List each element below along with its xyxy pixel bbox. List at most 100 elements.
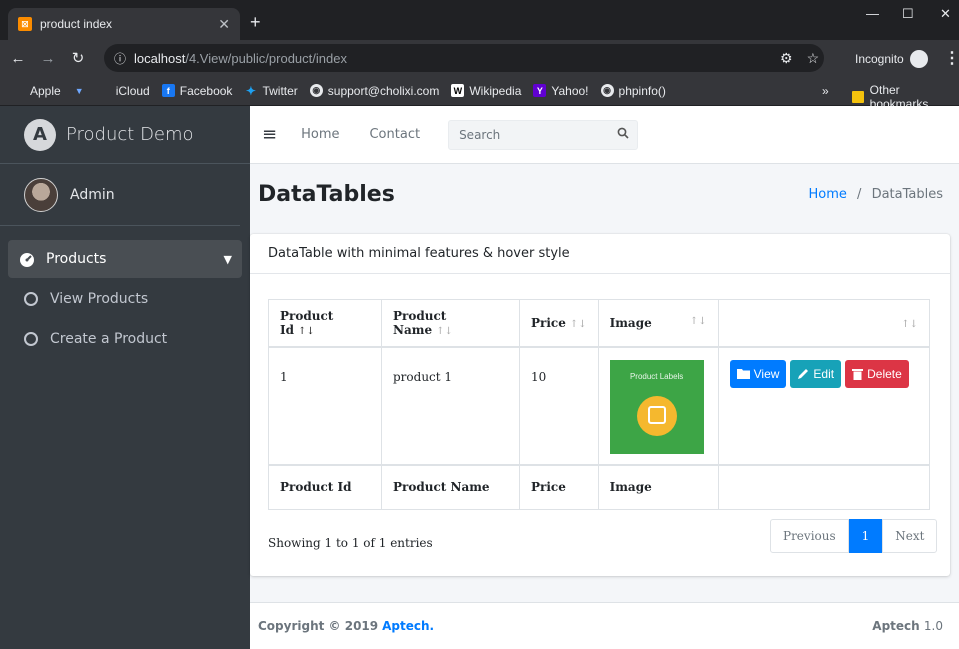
more-bookmarks-button[interactable]: » [822,84,829,98]
xampp-icon: ☒ [18,17,32,31]
twitter-icon: ✦ [245,83,256,98]
forward-icon[interactable]: → [36,50,60,67]
dashboard-icon [18,250,36,268]
browser-menu-icon[interactable]: ⋮ [944,48,959,68]
url-input[interactable]: ⓘ localhost /4.View/public/product/index [104,44,824,72]
breadcrumb-home[interactable]: Home [809,187,847,202]
breadcrumb-current: DataTables [871,186,943,202]
brand-logo-icon: A [24,118,56,151]
bookmark-wikipedia[interactable]: W Wikipedia [451,84,521,98]
brand-link[interactable]: A Product Demo [0,106,250,164]
column-header-image[interactable]: Image ↑↓ [597,299,719,348]
bookmark-phpinfo[interactable]: ◉ phpinfo() [600,84,666,98]
sort-icon: ↑↓ [436,325,453,337]
column-header-product-name[interactable]: Product Name ↑↓ [381,299,520,348]
table-row[interactable]: 1 product 1 10 Product Labels View Edit … [268,346,931,465]
footer-actions [717,463,931,510]
cell-image: Product Labels [597,346,719,465]
yahoo-icon: Y [533,84,547,97]
sidebar-item-label: View Products [50,291,149,307]
footer-brand-link[interactable]: Aptech. [382,619,434,633]
column-header-product-id[interactable]: Product Id ↑↓ [268,299,382,348]
bookmark-twitter[interactable]: ✦ Twitter [244,83,298,98]
nav-contact[interactable]: Contact [369,127,420,142]
sidebar: A Product Demo Admin Products ▼ View Pro… [0,106,250,649]
shield-icon: ▼ [74,85,84,96]
circle-icon [24,332,38,346]
view-button[interactable]: View [729,359,787,388]
bookmark-facebook[interactable]: f Facebook [161,84,232,98]
brand-name: Product Demo [66,124,194,145]
close-window-icon[interactable]: ✕ [940,6,951,22]
bookmark-star-icon[interactable]: ☆ [807,50,820,67]
bookmark-shield[interactable]: ▼ [73,84,86,97]
cell-product-id: 1 [268,346,382,465]
address-bar: ← → ↻ ⓘ localhost /4.View/public/product… [0,40,959,76]
apple-icon [12,84,25,97]
sort-icon: ↑↓ [901,318,918,330]
reload-icon[interactable]: ↻ [66,49,90,67]
pagination: Previous 1 Next [770,519,938,553]
bookmark-apple[interactable]: Apple [12,84,61,98]
pencil-icon [798,368,809,379]
sort-asc-icon: ↑↓ [298,325,315,337]
product-image: Product Labels [609,359,704,454]
search-input[interactable]: Search [448,119,639,150]
footer-price: Price [519,463,599,510]
chevron-down-icon: ▼ [223,252,232,266]
browser-tab[interactable]: ☒ product index ✕ [8,8,240,40]
breadcrumb: Home / DataTables [809,187,944,202]
edit-button[interactable]: Edit [790,359,842,388]
incognito-label: Incognito [855,52,904,66]
card-title: DataTable with minimal features & hover … [250,234,950,274]
incognito-icon [909,50,928,68]
sidebar-item-view-products[interactable]: View Products [8,280,242,318]
user-panel[interactable]: Admin [0,164,240,226]
circle-icon [24,292,38,306]
previous-button[interactable]: Previous [770,519,849,553]
new-tab-button[interactable]: + [250,12,261,33]
search-placeholder: Search [459,127,501,142]
footer-product-id: Product Id [268,463,382,510]
apple-icon [98,84,111,97]
sidebar-item-products[interactable]: Products ▼ [8,240,242,278]
copyright-text: Copyright © 2019 [258,619,379,633]
version-name: Aptech [872,619,920,633]
sidebar-item-create-product[interactable]: Create a Product [8,320,242,358]
sort-icon: ↑↓ [689,315,707,327]
delete-button[interactable]: Delete [845,359,909,388]
footer-product-name: Product Name [381,463,520,510]
facebook-icon: f [161,84,175,97]
back-icon[interactable]: ← [6,50,30,67]
page-button[interactable]: 1 [848,519,883,553]
wikipedia-icon: W [451,84,465,97]
incognito-indicator[interactable]: Incognito [855,50,928,68]
trash-icon [852,368,864,380]
column-header-price[interactable]: Price ↑↓ [519,299,599,348]
extension-icon[interactable]: ⚙ [780,50,793,67]
content-header: DataTables Home / DataTables [250,164,959,224]
bookmark-yahoo[interactable]: Y Yahoo! [533,84,589,98]
sidebar-nav: Products ▼ View Products Create a Produc… [0,226,250,374]
next-button[interactable]: Next [882,519,938,553]
globe-icon: ◉ [600,84,614,97]
bookmark-icloud[interactable]: iCloud [98,84,150,98]
sidebar-item-label: Create a Product [50,331,168,347]
close-tab-icon[interactable]: ✕ [218,16,230,33]
shirt-icon [647,405,666,424]
avatar [24,177,58,212]
datatable-card: DataTable with minimal features & hover … [250,234,950,576]
search-icon[interactable] [617,127,629,142]
bookmark-support[interactable]: ◉ support@cholixi.com [309,84,439,98]
sidebar-item-label: Products [46,251,107,267]
page-title: DataTables [258,181,395,207]
breadcrumb-separator: / [857,186,862,202]
folder-icon [852,91,864,103]
menu-toggle-icon[interactable]: ≡ [262,124,277,145]
column-header-actions[interactable]: ↑↓ [717,299,931,348]
table-info: Showing 1 to 1 of 1 entries [268,536,433,550]
nav-home[interactable]: Home [301,127,339,142]
maximize-icon[interactable]: ☐ [902,6,914,22]
info-icon[interactable]: ⓘ [114,50,126,67]
minimize-icon[interactable]: — [866,6,879,21]
